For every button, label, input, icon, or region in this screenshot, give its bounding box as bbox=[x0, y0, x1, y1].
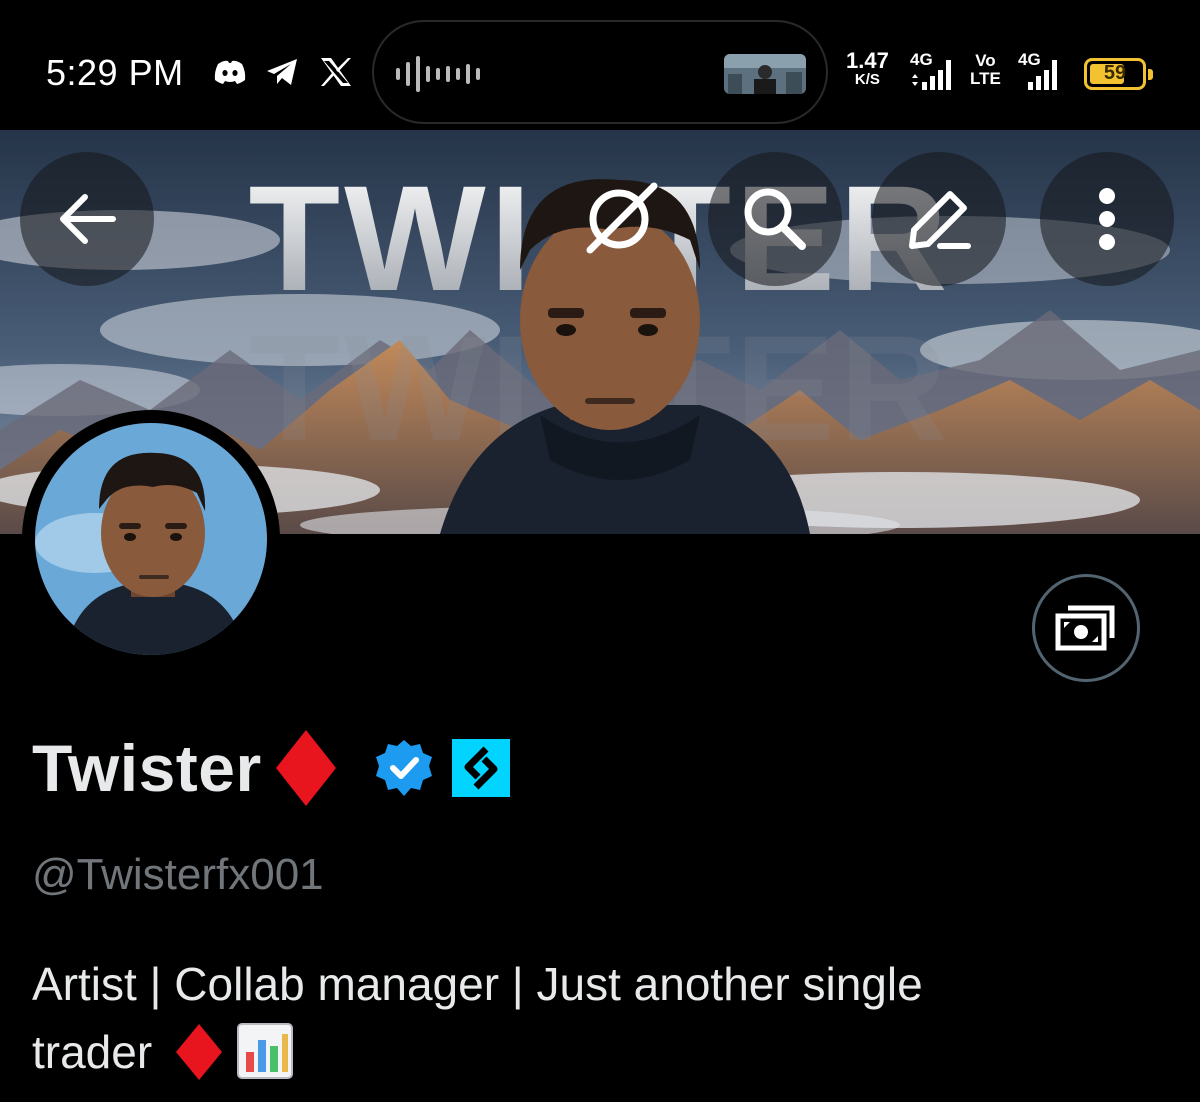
status-bar: 5:29 PM 1.47 K/S 4G Vo LTE 4G 59 bbox=[0, 0, 1200, 130]
status-time: 5:29 PM bbox=[46, 52, 184, 93]
media-thumbnail[interactable] bbox=[724, 54, 806, 94]
signal-1-icon: 4G bbox=[908, 50, 962, 96]
diamond-suit-icon bbox=[275, 730, 336, 806]
profile-bio: Artist | Collab manager | Just another s… bbox=[32, 950, 1172, 1102]
profile-name-row: Twister ♦️ bbox=[32, 728, 510, 808]
discord-icon bbox=[210, 52, 250, 92]
back-button[interactable] bbox=[20, 152, 154, 286]
battery-level: 59 bbox=[1103, 62, 1127, 84]
money-icon bbox=[1055, 605, 1115, 651]
bio-text: trader bbox=[32, 1026, 153, 1078]
bio-diamond-icon bbox=[176, 1024, 223, 1080]
more-button[interactable] bbox=[1040, 152, 1174, 286]
bio-line-2: trader♦️📊 bbox=[32, 1018, 1172, 1102]
network-speed: 1.47 K/S bbox=[846, 48, 889, 88]
display-name: Twister bbox=[32, 731, 262, 805]
avatar[interactable] bbox=[22, 410, 280, 668]
pencil-icon bbox=[909, 191, 971, 249]
profile-handle: @Twisterfx001 bbox=[32, 850, 324, 899]
grok-icon bbox=[586, 182, 658, 254]
bio-line-1: Artist | Collab manager | Just another s… bbox=[32, 958, 923, 1010]
more-vertical-icon bbox=[1099, 188, 1115, 250]
tip-button[interactable] bbox=[1032, 574, 1140, 682]
battery-nub bbox=[1148, 69, 1153, 80]
battery-indicator: 59 bbox=[1084, 58, 1153, 90]
arrow-left-icon bbox=[60, 194, 116, 244]
audio-wave-icon bbox=[396, 56, 480, 92]
bar-chart-emoji-icon bbox=[237, 1023, 294, 1079]
telegram-icon bbox=[262, 52, 302, 92]
grok-button[interactable] bbox=[552, 152, 686, 286]
search-button[interactable] bbox=[708, 152, 842, 286]
signal-2-icon: 4G bbox=[1014, 50, 1068, 96]
search-icon bbox=[744, 188, 806, 250]
edit-button[interactable] bbox=[872, 152, 1006, 286]
volte-indicator: Vo LTE bbox=[970, 51, 1001, 88]
x-icon bbox=[316, 52, 356, 92]
affiliate-badge-icon[interactable] bbox=[451, 739, 510, 797]
avatar-image bbox=[35, 423, 267, 655]
verified-badge-icon[interactable] bbox=[374, 738, 434, 798]
